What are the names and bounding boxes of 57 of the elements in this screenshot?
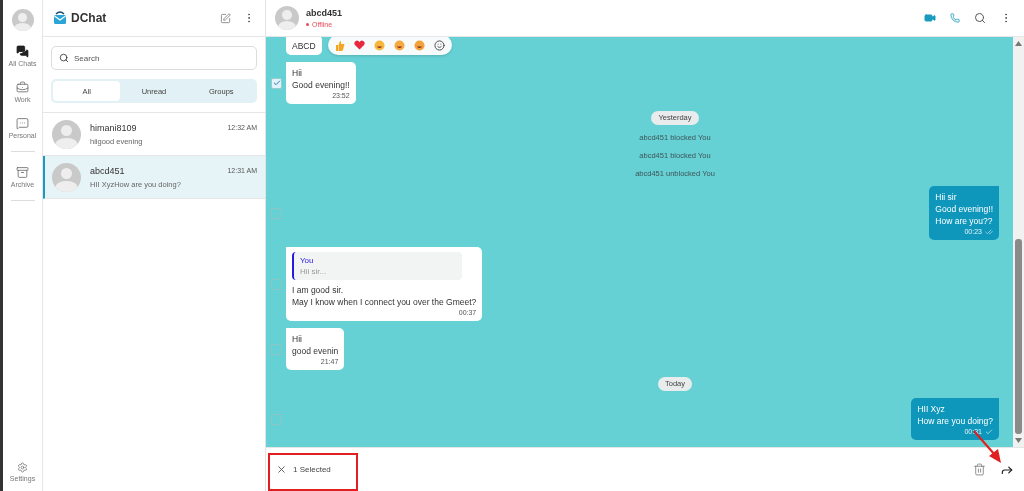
settings-icon bbox=[17, 462, 28, 473]
heart-icon[interactable] bbox=[354, 40, 365, 50]
search-field[interactable]: Search bbox=[51, 46, 257, 70]
message-text: Hii bbox=[292, 67, 303, 79]
briefcase-icon bbox=[16, 81, 29, 94]
contact-name: himani8109 bbox=[90, 122, 137, 133]
phone-icon bbox=[950, 13, 960, 23]
trash-icon bbox=[973, 463, 986, 476]
message-text: How are you doing? bbox=[917, 415, 993, 427]
message-text: ABCD bbox=[292, 40, 316, 52]
message-text: Hii sir bbox=[935, 191, 958, 203]
selection-count: 1 Selected bbox=[293, 465, 332, 474]
video-camera-icon bbox=[924, 12, 936, 24]
pen-icon bbox=[220, 12, 231, 24]
select-checkbox[interactable] bbox=[271, 207, 282, 219]
add-reaction-button[interactable] bbox=[434, 39, 445, 51]
message-text: How are you?? bbox=[935, 215, 993, 227]
quote-author: You bbox=[300, 255, 315, 266]
contact-avatar bbox=[275, 6, 299, 30]
logo-icon bbox=[53, 11, 67, 25]
chat-bubbles-icon bbox=[16, 45, 29, 58]
select-checkbox[interactable] bbox=[271, 77, 282, 89]
quote-text: Hii sir... bbox=[300, 266, 328, 277]
archive-icon bbox=[16, 166, 29, 179]
select-checkbox[interactable] bbox=[271, 413, 282, 425]
smile-icon bbox=[434, 39, 445, 51]
close-button[interactable] bbox=[276, 464, 287, 475]
scrollbar[interactable] bbox=[1013, 37, 1024, 447]
message-text: I am good sir. bbox=[292, 284, 345, 296]
contact-name: abcd451 bbox=[90, 165, 125, 176]
contact-name: abcd451 bbox=[306, 8, 344, 18]
tongue-emoji-icon[interactable] bbox=[394, 39, 405, 51]
message-text: Good evening!! bbox=[935, 203, 993, 215]
call-button[interactable] bbox=[950, 13, 960, 23]
message-text: good evenin bbox=[292, 345, 339, 357]
message-text: May I know when I connect you over the Gmeet? bbox=[292, 296, 477, 308]
message-text: Good evening!! bbox=[292, 79, 350, 91]
scroll-down-icon[interactable] bbox=[1015, 438, 1022, 443]
thumbs-up-icon[interactable] bbox=[335, 39, 345, 51]
woozy-emoji-icon[interactable] bbox=[414, 39, 425, 51]
message-text: Hii bbox=[292, 333, 303, 345]
compose-button[interactable] bbox=[220, 12, 231, 24]
scroll-up-icon[interactable] bbox=[1015, 41, 1022, 46]
message-text: HII Xyz bbox=[917, 403, 946, 415]
laughing-emoji-icon[interactable] bbox=[374, 39, 385, 51]
search-button[interactable] bbox=[974, 12, 986, 24]
search-icon bbox=[974, 12, 986, 24]
delete-button[interactable] bbox=[973, 463, 986, 476]
video-call-button[interactable] bbox=[924, 12, 936, 24]
search-icon bbox=[59, 53, 69, 63]
chat-bubble-icon bbox=[16, 117, 29, 130]
contact-avatar bbox=[52, 119, 81, 149]
select-checkbox[interactable] bbox=[271, 343, 282, 355]
select-checkbox[interactable] bbox=[271, 278, 282, 290]
app-name: DChat bbox=[71, 11, 108, 25]
contact-avatar bbox=[52, 162, 81, 192]
close-icon bbox=[276, 464, 287, 475]
